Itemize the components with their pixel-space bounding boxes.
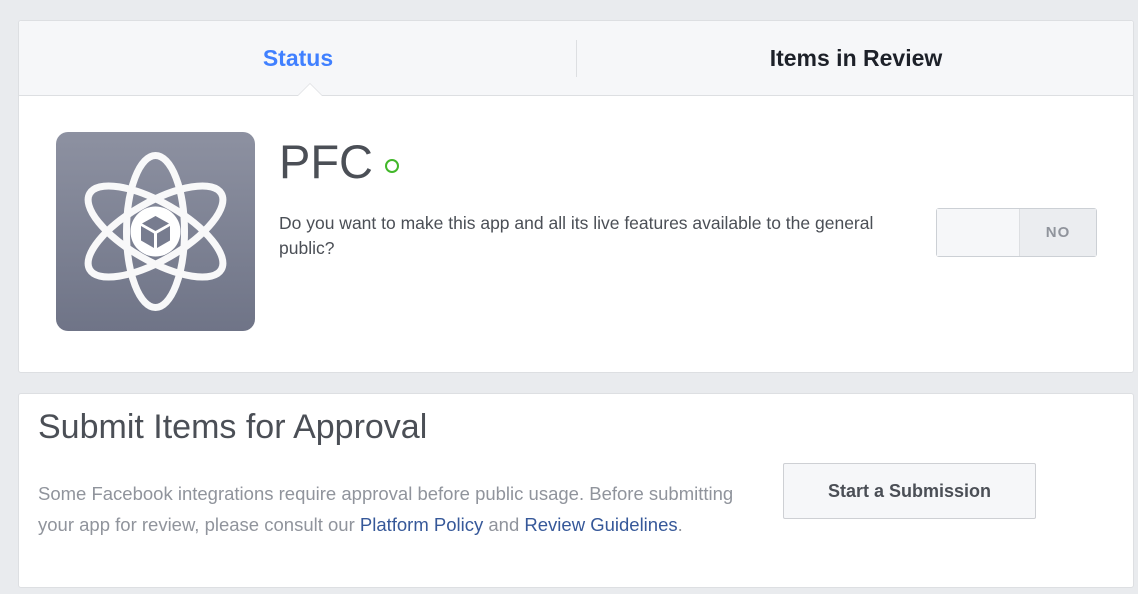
atom-cube-icon	[56, 132, 255, 331]
platform-policy-link[interactable]: Platform Policy	[360, 514, 483, 535]
toggle-knob[interactable]	[937, 209, 1020, 256]
tab-items-in-review[interactable]: Items in Review	[577, 21, 1135, 96]
live-status-icon	[385, 159, 399, 173]
public-availability-question: Do you want to make this app and all its…	[279, 213, 874, 258]
app-name-text: PFC	[279, 135, 373, 188]
submit-section-title: Submit Items for Approval	[38, 408, 428, 446]
submit-description: Some Facebook integrations require appro…	[38, 478, 738, 540]
review-guidelines-link[interactable]: Review Guidelines	[524, 514, 677, 535]
submit-desc-and: and	[483, 514, 525, 535]
app-name: PFC	[279, 134, 399, 190]
submit-desc-period: .	[677, 514, 683, 535]
start-submission-button[interactable]: Start a Submission	[783, 463, 1036, 519]
submit-items-card: Submit Items for Approval Some Facebook …	[18, 393, 1134, 588]
toggle-state-label: NO	[1020, 209, 1096, 256]
public-availability-toggle[interactable]: NO	[936, 208, 1097, 257]
tab-bar: Status Items in Review	[19, 21, 1133, 96]
app-status-card: Status Items in Review PFC Do you want t…	[18, 20, 1134, 373]
